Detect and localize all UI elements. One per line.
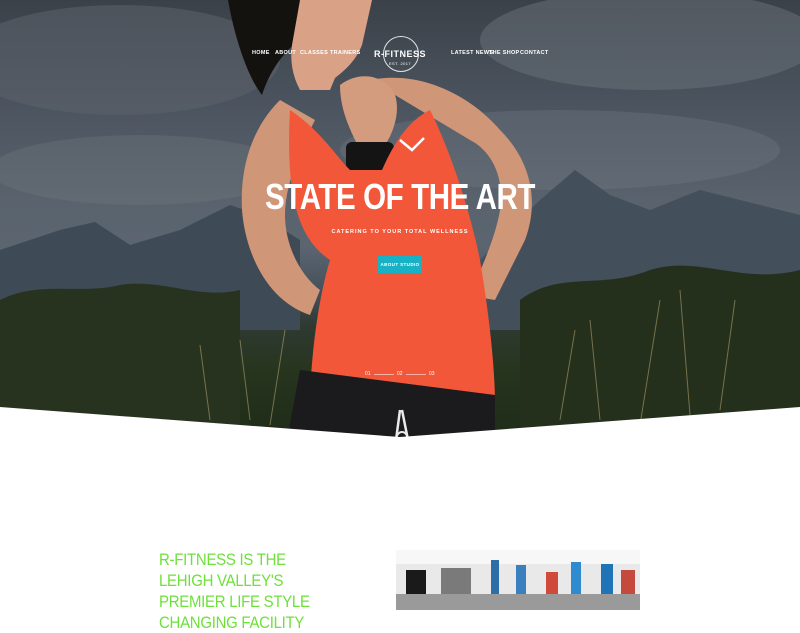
about-studio-button[interactable]: ABOUT STUDIO [378, 256, 422, 273]
slide-indicator-1[interactable]: 01 [365, 371, 371, 377]
gym-class-photo [396, 550, 640, 610]
logo-established: EST. 2017 [388, 61, 412, 66]
site-logo[interactable]: R-FITNESS EST. 2017 [371, 36, 429, 76]
logo-name: R-FITNESS [373, 49, 426, 59]
nav-link-the-shop[interactable]: THE SHOP [489, 50, 520, 56]
hero-section: HOME ABOUT CLASSES TRAINERS LATEST NEWS … [0, 0, 800, 450]
slide-indicator-3[interactable]: 03 [429, 371, 435, 377]
slide-divider [406, 374, 426, 375]
slide-divider [374, 374, 394, 375]
nav-link-contact[interactable]: CONTACT [520, 50, 549, 56]
nav-link-classes[interactable]: CLASSES [300, 50, 328, 56]
about-heading: R-FITNESS IS THE LEHIGH VALLEY'S PREMIER… [159, 550, 310, 632]
nav-link-home[interactable]: HOME [252, 50, 270, 56]
hero-subtitle: CATERING TO YOUR TOTAL WELLNESS [331, 229, 469, 235]
hero-title: STATE OF THE ART [264, 176, 536, 217]
slide-pagination: 01 02 03 [360, 371, 440, 381]
nav-link-trainers[interactable]: TRAINERS [330, 50, 361, 56]
nav-link-about[interactable]: ABOUT [275, 50, 296, 56]
nav-link-latest-news[interactable]: LATEST NEWS [451, 50, 493, 56]
slide-indicator-2[interactable]: 02 [397, 371, 403, 377]
gym-photo-illustration [396, 550, 640, 610]
